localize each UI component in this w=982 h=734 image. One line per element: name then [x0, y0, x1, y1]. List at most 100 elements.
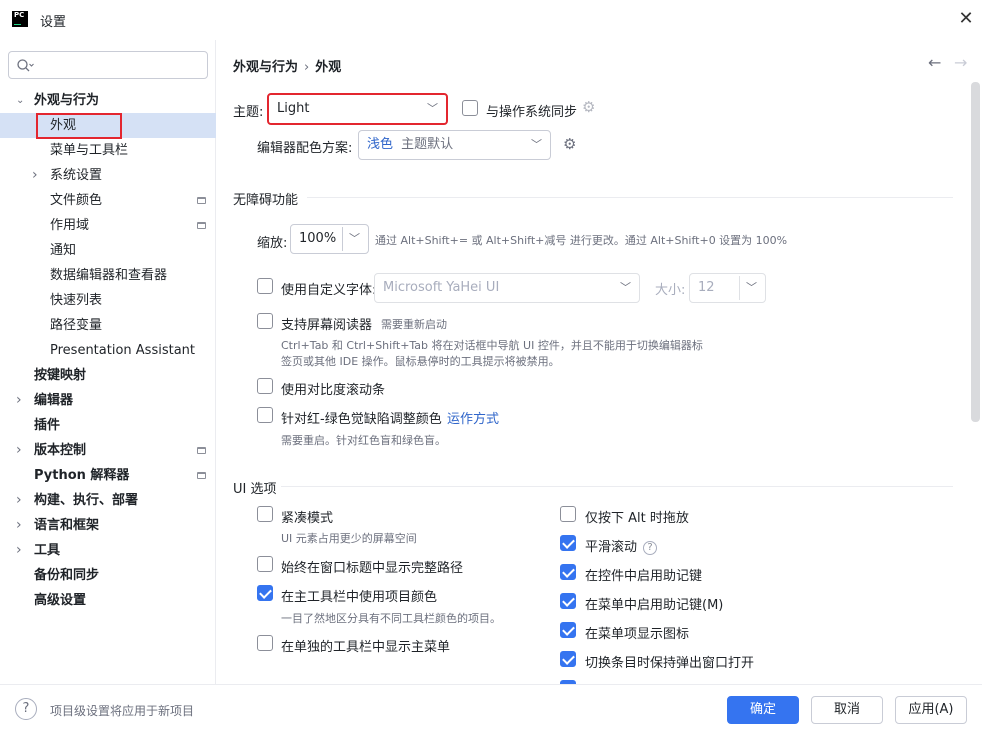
- screen-reader-hint-line2: 签页或其他 IDE 操作。鼠标悬停时的工具提示将被禁用。: [281, 355, 560, 368]
- mnemonics-menus-checkbox[interactable]: [560, 593, 576, 609]
- window-title: 设置: [40, 15, 67, 30]
- keep-popup-open-checkbox[interactable]: [560, 651, 576, 667]
- sidebar-item[interactable]: 文件颜色: [0, 188, 216, 213]
- sidebar-item[interactable]: › 编辑器: [0, 388, 216, 413]
- zoom-label: 缩放:: [257, 236, 288, 251]
- chevron-down-icon: ﹀: [349, 232, 360, 245]
- full-path-title-checkbox[interactable]: [257, 556, 273, 572]
- alt-drag-checkbox[interactable]: [560, 506, 576, 522]
- menu-icons-checkbox[interactable]: [560, 622, 576, 638]
- mnemonics-controls-checkbox[interactable]: [560, 564, 576, 580]
- sidebar-item[interactable]: ⌄ 外观与行为: [0, 88, 216, 113]
- sidebar-item[interactable]: Presentation Assistant: [0, 338, 216, 363]
- font-size-combobox[interactable]: 12 ﹀: [689, 273, 766, 303]
- sidebar-item-label: Presentation Assistant: [50, 343, 195, 358]
- chevron-right-icon[interactable]: ›: [32, 163, 42, 188]
- smooth-scrolling-checkbox[interactable]: [560, 535, 576, 551]
- footer-info-text: 项目级设置将应用于新项目: [50, 704, 195, 718]
- ok-button[interactable]: 确定: [727, 696, 799, 724]
- breadcrumb: 外观与行为 › 外观: [233, 56, 341, 75]
- sidebar-item[interactable]: 快速列表: [0, 288, 216, 313]
- how-it-works-link[interactable]: 运作方式: [447, 408, 499, 427]
- sidebar-item[interactable]: 按键映射: [0, 363, 216, 388]
- breadcrumb-parent[interactable]: 外观与行为: [233, 60, 298, 75]
- chevron-down-icon: ﹀: [531, 138, 542, 151]
- contrast-scrollbars-label: 使用对比度滚动条: [281, 383, 386, 398]
- chevron-right-icon[interactable]: ›: [16, 513, 26, 538]
- alt-drag-label: 仅按下 Alt 时拖放: [585, 511, 689, 526]
- sidebar-item[interactable]: › 工具: [0, 538, 216, 563]
- smooth-scrolling-text: 平滑滚动: [585, 540, 638, 555]
- help-icon[interactable]: ?: [643, 540, 658, 555]
- screen-reader-checkbox[interactable]: [257, 313, 273, 329]
- help-icon[interactable]: ?: [15, 698, 37, 720]
- sidebar-item[interactable]: › 构建、执行、部署: [0, 488, 216, 513]
- chevron-right-icon[interactable]: ›: [16, 538, 26, 563]
- sync-settings-gear-icon[interactable]: ⚙: [582, 98, 595, 116]
- sync-os-checkbox[interactable]: [462, 100, 478, 116]
- settings-tree: ⌄ 外观与行为 外观 菜单与工具栏 › 系统设置 文件颜色 作用域 通知 数据编辑器和查看器 快速列…: [0, 88, 216, 613]
- smooth-scrolling-label: 平滑滚动?: [585, 536, 658, 555]
- back-arrow-icon[interactable]: ←: [928, 53, 941, 72]
- custom-font-value: Microsoft YaHei UI: [383, 280, 500, 295]
- cancel-button[interactable]: 取消: [811, 696, 883, 724]
- sidebar-item-label: 菜单与工具栏: [50, 143, 129, 158]
- chevron-right-icon[interactable]: ›: [16, 488, 26, 513]
- sidebar-item[interactable]: › 系统设置: [0, 163, 216, 188]
- project-level-icon: [197, 222, 206, 229]
- project-colors-toolbar-checkbox[interactable]: [257, 585, 273, 601]
- sync-os-label: 与操作系统同步: [486, 105, 578, 120]
- compact-mode-hint: UI 元素占用更少的屏幕空间: [281, 532, 417, 545]
- menu-icons-label: 在菜单项显示图标: [585, 627, 690, 642]
- sidebar-item[interactable]: 高级设置: [0, 588, 216, 613]
- sidebar-item[interactable]: 路径变量: [0, 313, 216, 338]
- search-input[interactable]: [8, 51, 208, 79]
- editor-scheme-gear-icon[interactable]: ⚙: [563, 135, 576, 153]
- sidebar-item-label: 编辑器: [34, 393, 74, 408]
- font-size-divider: [739, 276, 740, 300]
- sidebar-item[interactable]: Python 解释器: [0, 463, 216, 488]
- custom-font-checkbox[interactable]: [257, 278, 273, 294]
- sidebar-item[interactable]: 备份和同步: [0, 563, 216, 588]
- custom-font-dropdown[interactable]: Microsoft YaHei UI ﹀: [374, 273, 640, 303]
- sidebar-item[interactable]: › 版本控制: [0, 438, 216, 463]
- sidebar-item-label: 文件颜色: [50, 193, 103, 208]
- sidebar-item[interactable]: 数据编辑器和查看器: [0, 263, 216, 288]
- theme-label: 主题:: [233, 105, 264, 120]
- color-deficiency-checkbox[interactable]: [257, 407, 273, 423]
- contrast-scrollbars-checkbox[interactable]: [257, 378, 273, 394]
- sidebar-item[interactable]: › 语言和框架: [0, 513, 216, 538]
- sidebar-item-label: 高级设置: [34, 593, 87, 608]
- font-size-label: 大小:: [655, 283, 686, 298]
- mnemonics-menus-label: 在菜单中启用助记键(M): [585, 598, 724, 613]
- editor-scheme-label: 编辑器配色方案:: [257, 141, 353, 156]
- forward-arrow-icon[interactable]: →: [954, 53, 967, 72]
- theme-dropdown[interactable]: Light ﹀: [267, 93, 448, 125]
- search-icon: [17, 59, 34, 72]
- dialog-footer: ? 项目级设置将应用于新项目 确定 取消 应用(A): [0, 684, 982, 734]
- sidebar-item[interactable]: 菜单与工具栏: [0, 138, 216, 163]
- separate-main-menu-checkbox[interactable]: [257, 635, 273, 651]
- keep-popup-open-label: 切换条目时保持弹出窗口打开: [585, 656, 755, 671]
- zoom-combobox[interactable]: 100% ﹀: [290, 224, 369, 254]
- sidebar-item-label: Python 解释器: [34, 468, 130, 483]
- editor-scheme-default-hint: 主题默认: [401, 137, 454, 152]
- close-icon[interactable]: ✕: [956, 9, 976, 29]
- mnemonics-controls-label: 在控件中启用助记键: [585, 569, 703, 584]
- chevron-down-icon: ﹀: [620, 281, 631, 294]
- sidebar-item[interactable]: 插件: [0, 413, 216, 438]
- chevron-down-icon[interactable]: ⌄: [16, 88, 26, 113]
- vertical-scrollbar[interactable]: [971, 82, 980, 422]
- chevron-right-icon[interactable]: ›: [16, 438, 26, 463]
- apply-button[interactable]: 应用(A): [895, 696, 967, 724]
- editor-scheme-dropdown[interactable]: 浅色 主题默认 ﹀: [358, 130, 551, 160]
- chevron-down-icon: ﹀: [427, 102, 438, 115]
- sidebar-item-label: 数据编辑器和查看器: [50, 268, 168, 283]
- compact-mode-checkbox[interactable]: [257, 506, 273, 522]
- sidebar-item-label: 插件: [34, 418, 61, 433]
- chevron-right-icon[interactable]: ›: [16, 388, 26, 413]
- zoom-divider: [342, 227, 343, 251]
- sidebar-item-label: 快速列表: [50, 293, 103, 308]
- sidebar-item[interactable]: 作用域: [0, 213, 216, 238]
- sidebar-item[interactable]: 通知: [0, 238, 216, 263]
